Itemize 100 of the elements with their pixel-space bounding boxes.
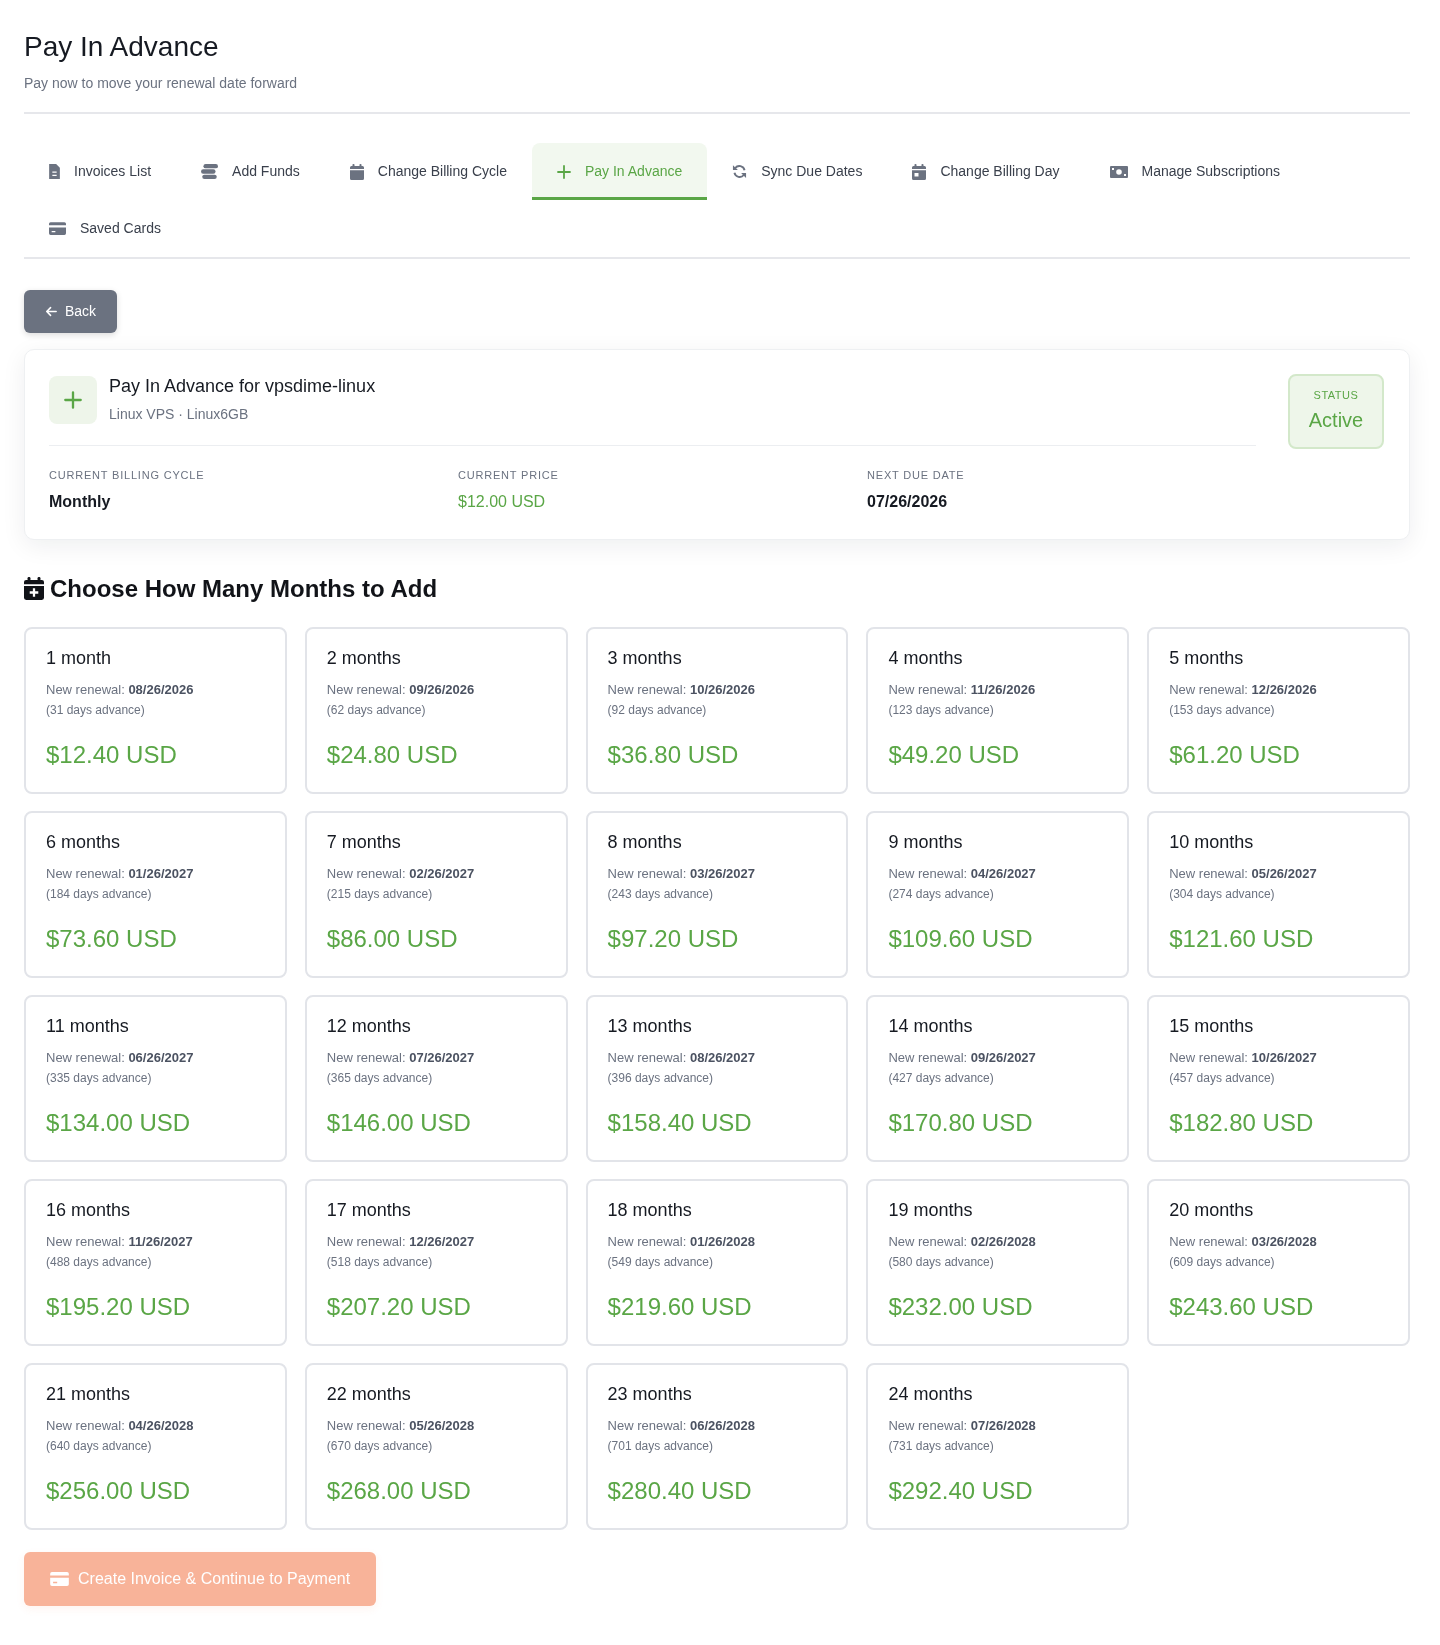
advance-days-text: (396 days advance)	[607, 1070, 714, 1087]
option-title: 23 months	[607, 1383, 693, 1406]
refresh-icon	[732, 164, 748, 179]
option-title: 5 months	[1169, 647, 1245, 670]
plan-option-card[interactable]: 6 months New renewal: 01/26/2027 (184 days advance) $73.60 USD	[24, 811, 287, 978]
plan-option-card[interactable]: 10 months New renewal: 05/26/2027 (304 days advance) $121.60 USD	[1147, 811, 1410, 978]
renewal-date-text: New renewal: 08/26/2026	[46, 681, 195, 699]
service-subtitle: Linux VPS · Linux6GB	[109, 405, 250, 424]
back-button[interactable]: Back	[24, 290, 118, 333]
option-price: $232.00 USD	[888, 1292, 1034, 1321]
renewal-date-text: New renewal: 11/26/2027	[46, 1233, 194, 1251]
tab[interactable]: Sync Due Dates	[707, 143, 888, 200]
advance-days-text: (670 days advance)	[326, 1438, 434, 1455]
advance-days-text: (609 days advance)	[1169, 1254, 1276, 1271]
plan-option-card[interactable]: 22 months New renewal: 05/26/2028 (670 days advance) $268.00 USD	[304, 1363, 568, 1530]
plan-option-card[interactable]: 9 months New renewal: 04/26/2027 (274 days advance) $109.60 USD	[866, 811, 1130, 978]
tab[interactable]: Add Funds	[176, 143, 325, 200]
plan-option-card[interactable]: 5 months New renewal: 12/26/2026 (153 days advance) $61.20 USD	[1147, 627, 1410, 794]
detail-value: $12.00 USD	[458, 492, 547, 512]
plan-option-card[interactable]: 15 months New renewal: 10/26/2027 (457 days advance) $182.80 USD	[1147, 995, 1410, 1162]
detail-label: NEXT DUE DATE	[867, 468, 966, 482]
renewal-date-text: New renewal: 09/26/2027	[888, 1049, 1037, 1067]
option-title: 15 months	[1169, 1015, 1255, 1038]
plan-option-card[interactable]: 24 months New renewal: 07/26/2028 (731 days advance) $292.40 USD	[866, 1363, 1130, 1530]
page-subtitle: Pay now to move your renewal date forward	[24, 74, 299, 93]
plan-option-card[interactable]: 17 months New renewal: 12/26/2027 (518 days advance) $207.20 USD	[304, 1179, 568, 1346]
option-price: $207.20 USD	[326, 1292, 472, 1321]
plan-option-card[interactable]: 11 months New renewal: 06/26/2027 (335 days advance) $134.00 USD	[24, 995, 287, 1162]
option-title: 18 months	[607, 1199, 693, 1222]
option-title: 20 months	[1169, 1199, 1255, 1222]
plan-option-card[interactable]: 18 months New renewal: 01/26/2028 (549 days advance) $219.60 USD	[585, 1179, 849, 1346]
detail-label: CURRENT BILLING CYCLE	[49, 468, 206, 482]
option-title: 24 months	[888, 1383, 974, 1406]
plan-option-card[interactable]: 14 months New renewal: 09/26/2027 (427 days advance) $170.80 USD	[866, 995, 1130, 1162]
plan-option-card[interactable]: 7 months New renewal: 02/26/2027 (215 days advance) $86.00 USD	[304, 811, 568, 978]
renewal-date-text: New renewal: 04/26/2027	[888, 865, 1037, 883]
credit-card-icon	[50, 1572, 69, 1586]
option-title: 9 months	[888, 831, 964, 854]
tab[interactable]: Saved Cards	[24, 200, 186, 257]
plan-option-card[interactable]: 12 months New renewal: 07/26/2027 (365 days advance) $146.00 USD	[304, 995, 568, 1162]
calendar-plus-icon	[24, 577, 44, 600]
renewal-date-text: New renewal: 11/26/2026	[888, 681, 1037, 699]
option-title: 6 months	[46, 831, 122, 854]
option-price: $36.80 USD	[607, 740, 740, 769]
page-title: Pay In Advance	[24, 30, 220, 64]
document-icon	[49, 164, 60, 179]
option-title: 3 months	[607, 647, 683, 670]
tab[interactable]: Invoices List	[24, 143, 177, 200]
plan-option-card[interactable]: 13 months New renewal: 08/26/2027 (396 days advance) $158.40 USD	[585, 995, 849, 1162]
option-title: 16 months	[46, 1199, 132, 1222]
option-title: 13 months	[607, 1015, 693, 1038]
advance-days-text: (123 days advance)	[888, 702, 995, 719]
renewal-date-text: New renewal: 02/26/2027	[326, 865, 476, 883]
plan-option-card[interactable]: 8 months New renewal: 03/26/2027 (243 days advance) $97.20 USD	[585, 811, 849, 978]
plan-option-card[interactable]: 21 months New renewal: 04/26/2028 (640 days advance) $256.00 USD	[24, 1363, 287, 1530]
option-title: 10 months	[1169, 831, 1255, 854]
status-label: STATUS	[1312, 388, 1360, 402]
plan-option-card[interactable]: 16 months New renewal: 11/26/2027 (488 days advance) $195.20 USD	[24, 1179, 287, 1346]
tab[interactable]: Manage Subscriptions	[1084, 143, 1306, 200]
advance-days-text: (518 days advance)	[326, 1254, 434, 1271]
advance-days-text: (62 days advance)	[326, 702, 427, 719]
option-price: $109.60 USD	[888, 924, 1034, 953]
renewal-date-text: New renewal: 10/26/2026	[607, 681, 757, 699]
section-heading: Choose How Many Months to Add	[50, 574, 438, 603]
credit-card-icon	[49, 222, 66, 235]
advance-days-text: (215 days advance)	[326, 886, 434, 903]
advance-days-text: (92 days advance)	[607, 702, 708, 719]
advance-days-text: (731 days advance)	[888, 1438, 995, 1455]
plan-option-card[interactable]: 23 months New renewal: 06/26/2028 (701 days advance) $280.40 USD	[585, 1363, 849, 1530]
option-price: $12.40 USD	[46, 740, 178, 769]
plan-option-card[interactable]: 1 month New renewal: 08/26/2026 (31 days advance) $12.40 USD	[24, 627, 287, 794]
advance-days-text: (488 days advance)	[46, 1254, 153, 1271]
option-price: $121.60 USD	[1169, 924, 1315, 953]
option-price: $170.80 USD	[888, 1108, 1034, 1137]
advance-days-text: (701 days advance)	[607, 1438, 714, 1455]
option-price: $280.40 USD	[607, 1476, 753, 1505]
plus-icon	[49, 376, 97, 424]
plan-option-card[interactable]: 4 months New renewal: 11/26/2026 (123 days advance) $49.20 USD	[866, 627, 1130, 794]
tab[interactable]: Change Billing Day	[887, 143, 1085, 200]
banknote-icon	[1109, 165, 1128, 178]
advance-days-text: (580 days advance)	[888, 1254, 995, 1271]
option-price: $61.20 USD	[1169, 740, 1301, 769]
renewal-date-text: New renewal: 03/26/2028	[1169, 1233, 1318, 1251]
detail-value: 07/26/2026	[867, 492, 949, 512]
option-title: 11 months	[46, 1015, 130, 1038]
advance-days-text: (427 days advance)	[888, 1070, 995, 1087]
option-price: $146.00 USD	[326, 1108, 472, 1137]
advance-days-text: (184 days advance)	[46, 886, 153, 903]
option-price: $24.80 USD	[326, 740, 459, 769]
option-price: $158.40 USD	[607, 1108, 753, 1137]
plan-option-card[interactable]: 2 months New renewal: 09/26/2026 (62 days advance) $24.80 USD	[304, 627, 568, 794]
plan-option-card[interactable]: 3 months New renewal: 10/26/2026 (92 days advance) $36.80 USD	[585, 627, 849, 794]
calendar-icon	[349, 163, 364, 180]
tab[interactable]: Change Billing Cycle	[324, 143, 532, 200]
option-price: $195.20 USD	[46, 1292, 192, 1321]
plan-option-card[interactable]: 20 months New renewal: 03/26/2028 (609 days advance) $243.60 USD	[1147, 1179, 1410, 1346]
detail-value: Monthly	[49, 492, 112, 512]
option-title: 19 months	[888, 1199, 974, 1222]
status-value: Active	[1307, 408, 1365, 432]
plan-option-card[interactable]: 19 months New renewal: 02/26/2028 (580 days advance) $232.00 USD	[866, 1179, 1130, 1346]
